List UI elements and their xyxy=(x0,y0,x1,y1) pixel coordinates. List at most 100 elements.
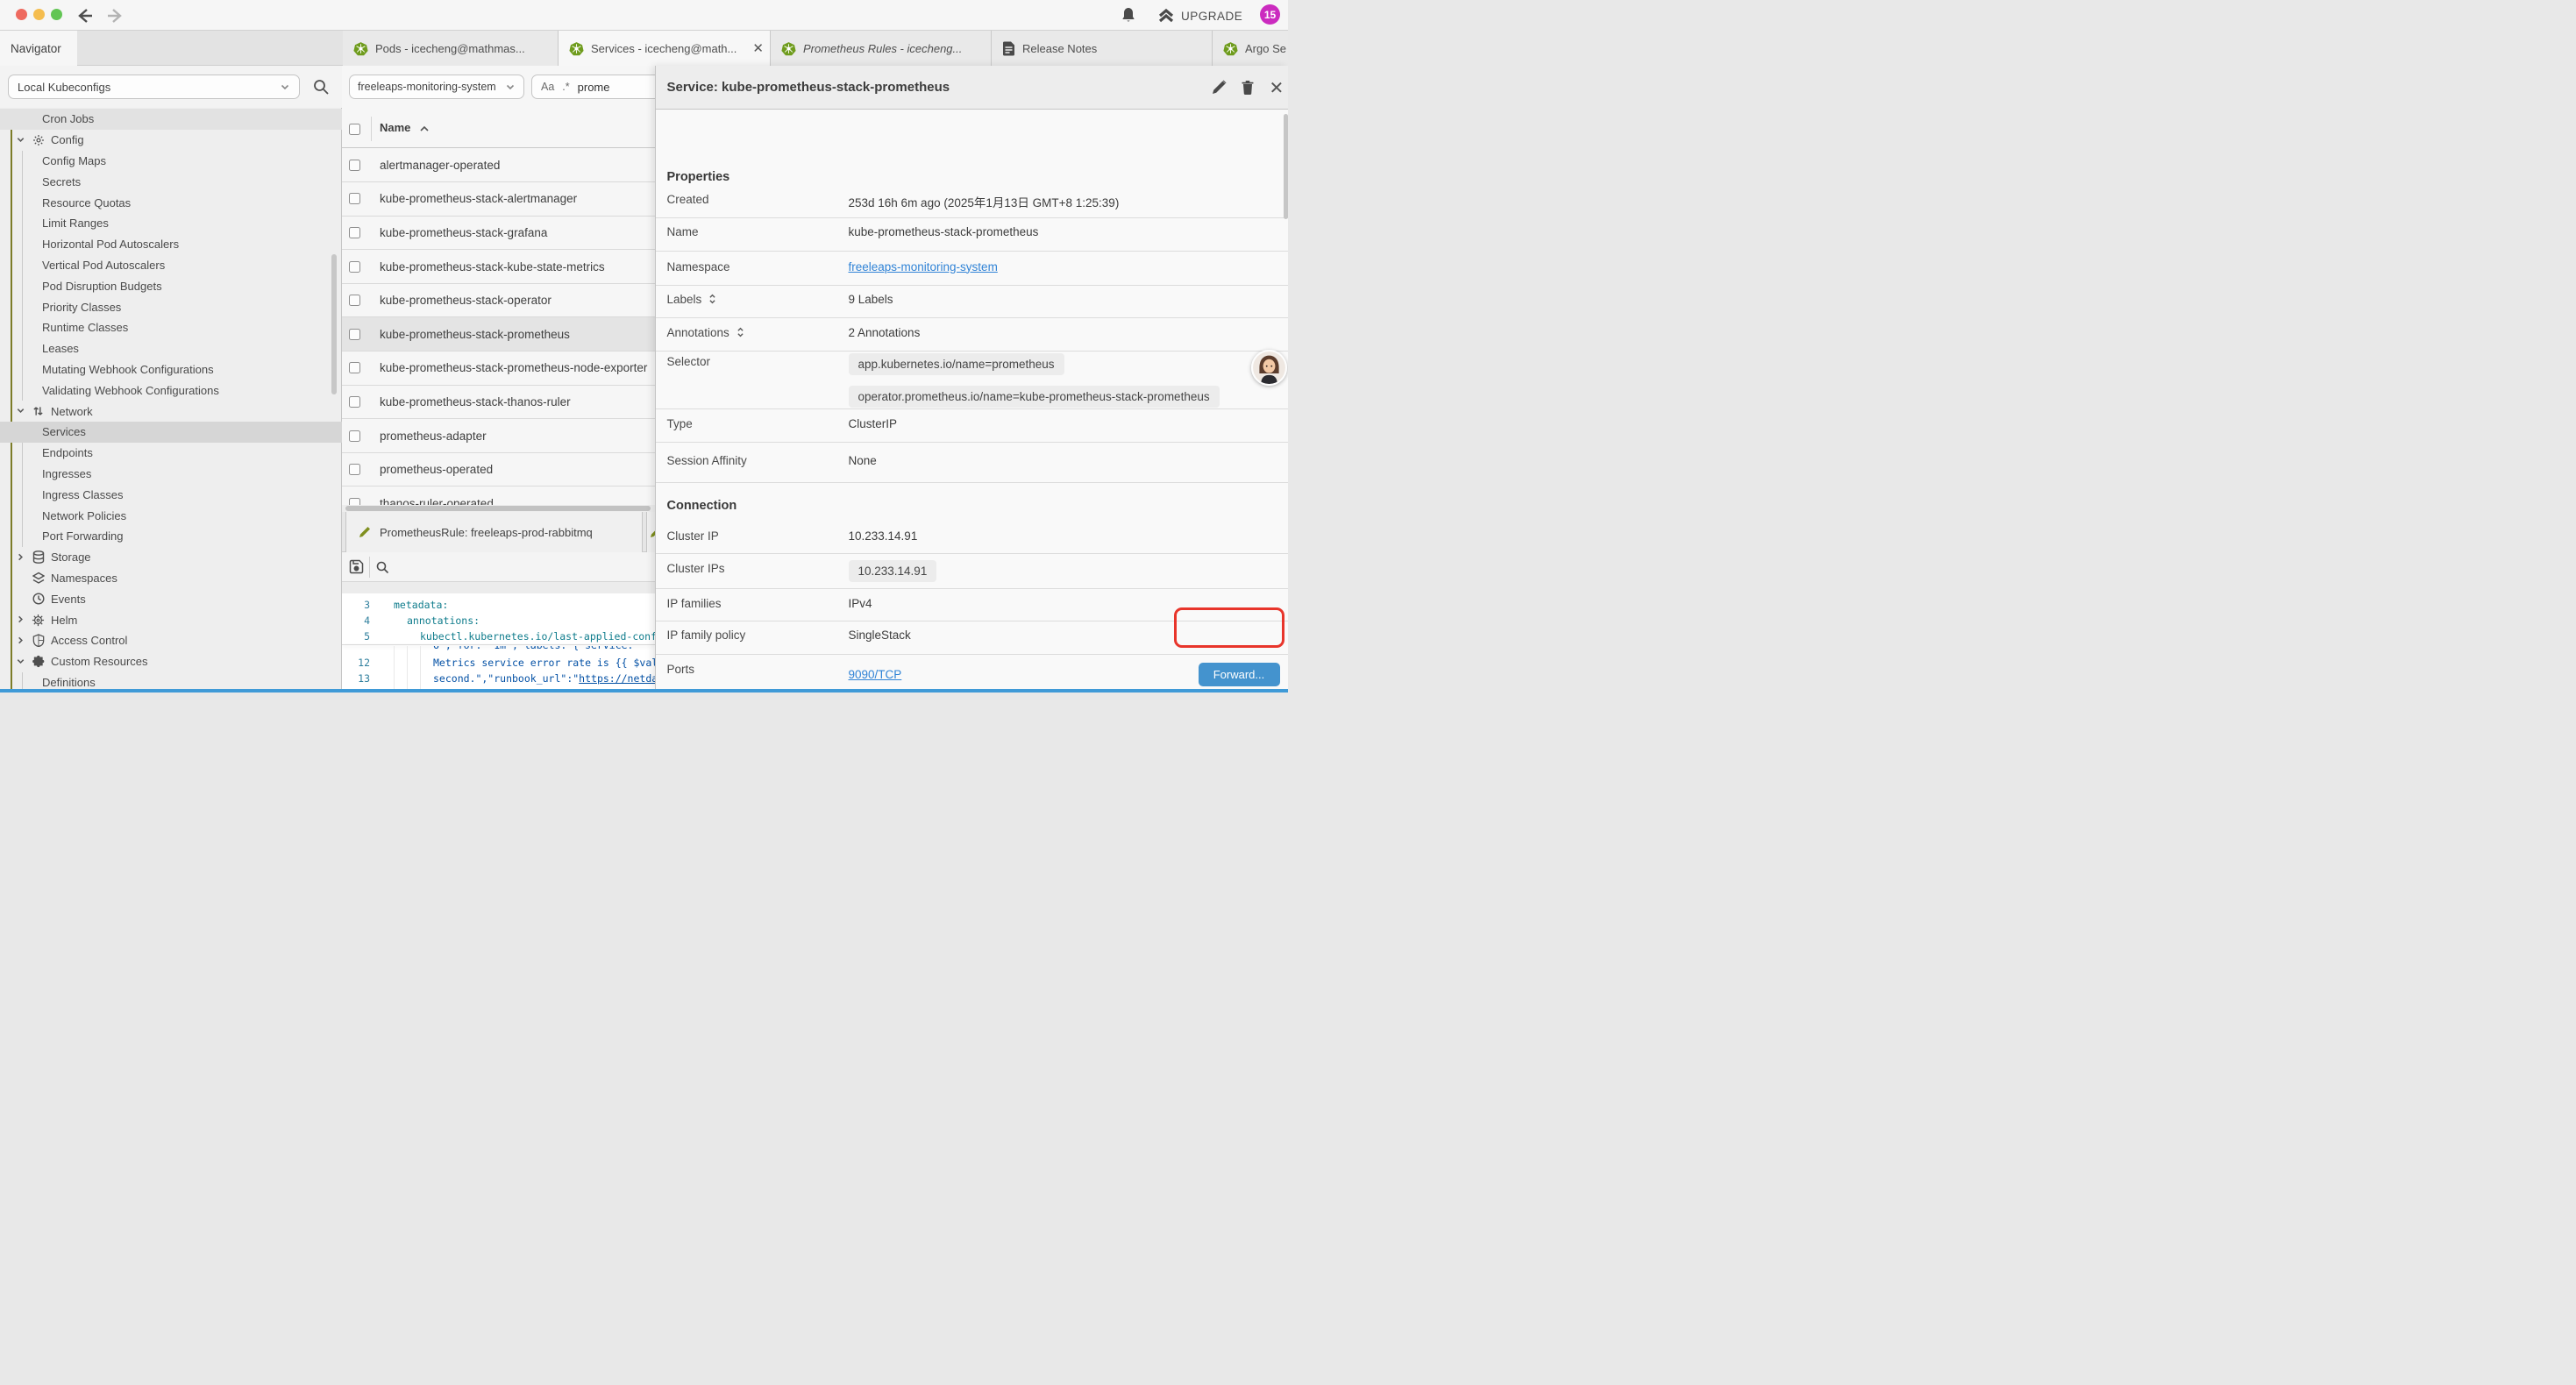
select-all-checkbox[interactable] xyxy=(349,124,360,135)
sidebar-item-pod-disruption-budgets[interactable]: Pod Disruption Budgets xyxy=(0,275,342,296)
yaml-editor[interactable]: 3metadata:4annotations:5kubectl.kubernet… xyxy=(342,593,655,692)
sidebar-item-horizontal-pod-autoscalers[interactable]: Horizontal Pod Autoscalers xyxy=(0,234,342,255)
tab-services-icecheng-math[interactable]: Services - icecheng@math...✕ xyxy=(559,31,771,66)
sidebar-item-services[interactable]: Services xyxy=(0,422,342,443)
services-panel: freeleaps-monitoring-system Aa .* prome … xyxy=(342,66,655,692)
service-name: kube-prometheus-stack-grafana xyxy=(380,226,547,239)
sidebar-item-helm[interactable]: Helm xyxy=(0,609,342,630)
table-row[interactable]: kube-prometheus-stack-operator xyxy=(342,284,655,318)
sidebar-item-cron-jobs[interactable]: Cron Jobs xyxy=(0,109,342,130)
match-case-toggle[interactable]: Aa xyxy=(541,81,554,93)
tab-argo-se[interactable]: Argo Se xyxy=(1213,31,1288,66)
sidebar-item-events[interactable]: Events xyxy=(0,588,342,609)
table-row[interactable]: kube-prometheus-stack-grafana xyxy=(342,217,655,251)
edit-icon[interactable] xyxy=(1211,80,1227,96)
tab-pods-icecheng-mathmas[interactable]: Pods - icecheng@mathmas... xyxy=(343,31,559,66)
sidebar-item-ingresses[interactable]: Ingresses xyxy=(0,464,342,485)
tab-release-notes[interactable]: Release Notes xyxy=(992,31,1213,66)
table-row[interactable]: prometheus-operated xyxy=(342,453,655,487)
sidebar-item-port-forwarding[interactable]: Port Forwarding xyxy=(0,526,342,547)
avatar[interactable] xyxy=(1251,350,1287,386)
row-checkbox[interactable] xyxy=(349,464,360,475)
sidebar-item-runtime-classes[interactable]: Runtime Classes xyxy=(0,317,342,338)
notifications-bell-icon[interactable] xyxy=(1121,7,1136,25)
forward-button[interactable]: Forward... xyxy=(1199,663,1280,686)
property-value-type: ClusterIP xyxy=(849,417,898,430)
table-row[interactable]: kube-prometheus-stack-prometheus xyxy=(342,317,655,352)
sidebar-item-custom-resources[interactable]: Custom Resources xyxy=(0,651,342,672)
row-checkbox[interactable] xyxy=(349,261,360,273)
notification-count-badge[interactable]: 15 xyxy=(1260,4,1280,25)
sidebar-search-icon[interactable] xyxy=(312,78,330,96)
sidebar-item-resource-quotas[interactable]: Resource Quotas xyxy=(0,192,342,213)
row-checkbox[interactable] xyxy=(349,329,360,340)
sidebar-item-leases[interactable]: Leases xyxy=(0,338,342,359)
table-row[interactable]: alertmanager-operated xyxy=(342,149,655,183)
sidebar-item-network-policies[interactable]: Network Policies xyxy=(0,505,342,526)
close-icon[interactable]: ✕ xyxy=(1270,77,1285,93)
namespace-filter-select[interactable]: freeleaps-monitoring-system xyxy=(349,75,524,99)
window-minimize-button[interactable] xyxy=(33,9,45,20)
upgrade-button[interactable]: UPGRADE xyxy=(1157,6,1242,25)
save-icon[interactable] xyxy=(349,559,364,574)
drawer-scrollbar[interactable] xyxy=(1284,114,1288,219)
row-checkbox[interactable] xyxy=(349,295,360,306)
chevron-right-icon[interactable] xyxy=(16,636,26,646)
chevron-down-icon[interactable] xyxy=(16,657,26,667)
table-row[interactable]: prometheus-adapter xyxy=(342,419,655,453)
chevron-right-icon[interactable] xyxy=(16,614,26,625)
horizontal-scrollbar[interactable] xyxy=(342,505,655,512)
port-link[interactable]: 9090/TCP xyxy=(849,668,902,681)
chevron-down-icon[interactable] xyxy=(16,135,26,146)
sidebar-item-endpoints[interactable]: Endpoints xyxy=(0,443,342,464)
table-row[interactable]: kube-prometheus-stack-thanos-ruler xyxy=(342,386,655,420)
sidebar-item-ingress-classes[interactable]: Ingress Classes xyxy=(0,484,342,505)
sidebar-scrollbar[interactable] xyxy=(331,254,337,394)
window-maximize-button[interactable] xyxy=(51,9,62,20)
sidebar-item-mutating-webhook-configurations[interactable]: Mutating Webhook Configurations xyxy=(0,359,342,380)
sidebar-item-limit-ranges[interactable]: Limit Ranges xyxy=(0,213,342,234)
row-checkbox[interactable] xyxy=(349,362,360,373)
row-checkbox[interactable] xyxy=(349,227,360,238)
table-search-input[interactable]: Aa .* prome xyxy=(531,75,655,99)
sidebar-item-priority-classes[interactable]: Priority Classes xyxy=(0,296,342,317)
editor-search-icon[interactable] xyxy=(375,560,389,574)
expand-collapse-icon[interactable] xyxy=(736,326,745,338)
sidebar-item-label: Config Maps xyxy=(42,154,106,167)
property-label-ports: Ports xyxy=(667,663,695,676)
tab-label: Argo Se xyxy=(1245,42,1286,55)
sidebar-item-validating-webhook-configurations[interactable]: Validating Webhook Configurations xyxy=(0,380,342,401)
tab-prometheus-rules-icecheng[interactable]: Prometheus Rules - icecheng... xyxy=(771,31,992,66)
chevron-right-icon[interactable] xyxy=(16,552,26,563)
sidebar-item-secrets[interactable]: Secrets xyxy=(0,171,342,192)
row-checkbox[interactable] xyxy=(349,160,360,171)
property-link-namespace[interactable]: freeleaps-monitoring-system xyxy=(849,260,998,273)
table-row[interactable]: kube-prometheus-stack-kube-state-metrics xyxy=(342,250,655,284)
sidebar-item-access-control[interactable]: Access Control xyxy=(0,630,342,651)
sidebar-item-network[interactable]: Network xyxy=(0,401,342,422)
expand-collapse-icon[interactable] xyxy=(708,293,717,305)
chevron-down-icon[interactable] xyxy=(16,406,26,416)
row-checkbox[interactable] xyxy=(349,396,360,408)
name-column-header[interactable]: Name xyxy=(380,121,410,134)
sidebar-item-config[interactable]: Config xyxy=(0,130,342,151)
editor-tab-prometheusrule[interactable]: PrometheusRule: freeleaps-prod-rabbitmq xyxy=(345,512,643,552)
service-name: prometheus-adapter xyxy=(380,430,487,443)
delete-icon[interactable] xyxy=(1240,80,1256,96)
back-icon[interactable] xyxy=(75,6,95,25)
kubeconfig-selector[interactable]: Local Kubeconfigs xyxy=(8,75,300,99)
regex-toggle[interactable]: .* xyxy=(562,81,569,93)
sidebar-item-namespaces[interactable]: Namespaces xyxy=(0,568,342,589)
property-value-cluster-ip: 10.233.14.91 xyxy=(849,529,918,543)
row-checkbox[interactable] xyxy=(349,193,360,204)
row-checkbox[interactable] xyxy=(349,430,360,442)
window-close-button[interactable] xyxy=(16,9,27,20)
sidebar-item-config-maps[interactable]: Config Maps xyxy=(0,151,342,172)
sidebar-item-vertical-pod-autoscalers[interactable]: Vertical Pod Autoscalers xyxy=(0,255,342,276)
editor-tab-partial[interactable] xyxy=(646,512,655,552)
sidebar-item-storage[interactable]: Storage xyxy=(0,547,342,568)
table-row[interactable]: kube-prometheus-stack-alertmanager xyxy=(342,182,655,217)
table-row[interactable]: kube-prometheus-stack-prometheus-node-ex… xyxy=(342,352,655,386)
tab-close-icon[interactable]: ✕ xyxy=(752,42,764,55)
forward-icon[interactable] xyxy=(105,6,125,25)
